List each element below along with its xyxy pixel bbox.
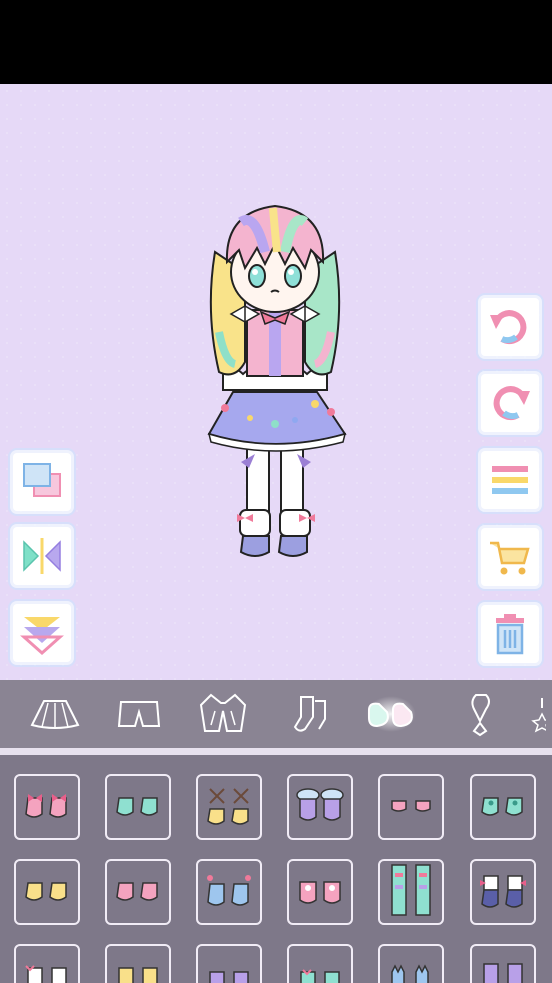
mint-tall-boots-icon bbox=[391, 864, 431, 916]
tab-more[interactable] bbox=[516, 680, 552, 748]
tab-socks[interactable] bbox=[276, 680, 346, 748]
category-tab-bar bbox=[0, 680, 552, 748]
item-blue-cat-shoes[interactable] bbox=[378, 944, 444, 983]
tab-shoes[interactable] bbox=[356, 680, 426, 748]
undo-button[interactable] bbox=[481, 298, 539, 356]
shorts-icon bbox=[117, 701, 161, 727]
pink-flats-icon bbox=[391, 800, 431, 812]
layers-button[interactable] bbox=[13, 453, 71, 511]
status-bar bbox=[0, 0, 552, 84]
more-icon bbox=[531, 698, 546, 733]
redo-icon bbox=[493, 386, 530, 421]
white-ruffle-shoes-icon bbox=[25, 965, 67, 983]
accessory-icon bbox=[471, 694, 490, 737]
item-pink-shoes[interactable] bbox=[105, 859, 171, 925]
pink-bunny-shoes-icon bbox=[299, 881, 341, 904]
trash-icon bbox=[496, 614, 524, 655]
mint-heart-shoes-icon bbox=[481, 797, 523, 816]
dress-up-canvas bbox=[0, 84, 552, 680]
purple-boots-icon bbox=[483, 963, 523, 983]
tab-accessories[interactable] bbox=[446, 680, 516, 748]
purple-shoes-icon bbox=[209, 971, 249, 983]
blue-heart-shoes-icon bbox=[207, 875, 251, 906]
flip-icon bbox=[23, 538, 61, 574]
tab-skirts[interactable] bbox=[20, 680, 90, 748]
cart-icon bbox=[490, 541, 530, 575]
item-yellow-shoes[interactable] bbox=[14, 859, 80, 925]
tab-outerwear[interactable] bbox=[188, 680, 258, 748]
skirt-icon bbox=[30, 700, 80, 729]
item-white-ruffle-shoes[interactable] bbox=[14, 944, 80, 983]
tab-separator bbox=[0, 748, 552, 755]
yellow-shoes-icon bbox=[25, 882, 67, 901]
yellow-lace-shoes-icon bbox=[207, 788, 249, 825]
move-down-button[interactable] bbox=[13, 604, 71, 662]
item-pink-bunny-shoes[interactable] bbox=[287, 859, 353, 925]
purple-fluffy-shoes-icon bbox=[296, 788, 344, 821]
trash-button[interactable] bbox=[481, 605, 539, 663]
pink-shoes-icon bbox=[116, 882, 158, 901]
item-purple-shoes[interactable] bbox=[196, 944, 262, 983]
item-blue-heart-shoes[interactable] bbox=[196, 859, 262, 925]
item-mint-shoes[interactable] bbox=[105, 774, 171, 840]
character-doll[interactable] bbox=[195, 192, 355, 572]
item-purple-fluffy-shoes[interactable] bbox=[287, 774, 353, 840]
mint-shoes-icon bbox=[116, 797, 158, 816]
move-down-icon bbox=[20, 617, 64, 655]
item-yellow-lace-shoes[interactable] bbox=[196, 774, 262, 840]
blue-cat-shoes-icon bbox=[391, 964, 429, 983]
item-mint-heart-shoes[interactable] bbox=[470, 774, 536, 840]
item-purple-boots[interactable] bbox=[470, 944, 536, 983]
cart-button[interactable] bbox=[481, 528, 539, 586]
redo-button[interactable] bbox=[481, 374, 539, 432]
mint-sneakers-icon bbox=[300, 969, 340, 983]
jacket-icon bbox=[199, 693, 247, 732]
tab-shorts[interactable] bbox=[104, 680, 174, 748]
item-yellow-bow-shoes[interactable] bbox=[105, 944, 171, 983]
item-navy-bow-boots[interactable] bbox=[470, 859, 536, 925]
flip-button[interactable] bbox=[13, 527, 71, 585]
socks-icon bbox=[293, 696, 326, 732]
yellow-bow-shoes-icon bbox=[118, 967, 158, 983]
menu-button[interactable] bbox=[481, 451, 539, 509]
menu-icon bbox=[492, 466, 528, 494]
item-mint-sneakers[interactable] bbox=[287, 944, 353, 983]
navy-bow-boots-icon bbox=[480, 875, 526, 908]
pink-bow-shoes-icon bbox=[25, 794, 67, 818]
item-pink-flats[interactable] bbox=[378, 774, 444, 840]
shoes-icon bbox=[368, 702, 413, 728]
item-grid bbox=[0, 755, 552, 983]
undo-icon bbox=[490, 310, 527, 345]
item-mint-tall-boots[interactable] bbox=[378, 859, 444, 925]
item-pink-bow-shoes[interactable] bbox=[14, 774, 80, 840]
layers-icon bbox=[23, 463, 61, 497]
